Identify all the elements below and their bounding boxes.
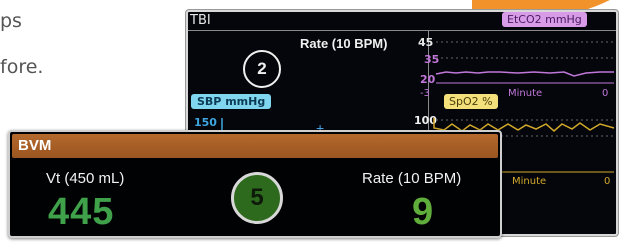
bvm-rate-value: 9 — [412, 191, 434, 233]
vt-label: Vt (450 mL) — [46, 170, 125, 187]
background-text-line-1: ps — [0, 10, 22, 32]
bvm-rate-label: Rate (10 BPM) — [362, 170, 462, 187]
background-text-line-2: fore. — [0, 56, 44, 78]
vt-value: 445 — [48, 191, 115, 233]
etco2-trace — [435, 71, 614, 77]
bvm-header: BVM — [12, 134, 498, 158]
etco2-grid — [436, 41, 614, 59]
bvm-counter-circle: 5 — [231, 172, 283, 224]
bvm-panel: BVM Vt (450 mL) 445 5 Rate (10 BPM) 9 — [8, 130, 502, 238]
bvm-title: BVM — [18, 137, 52, 154]
